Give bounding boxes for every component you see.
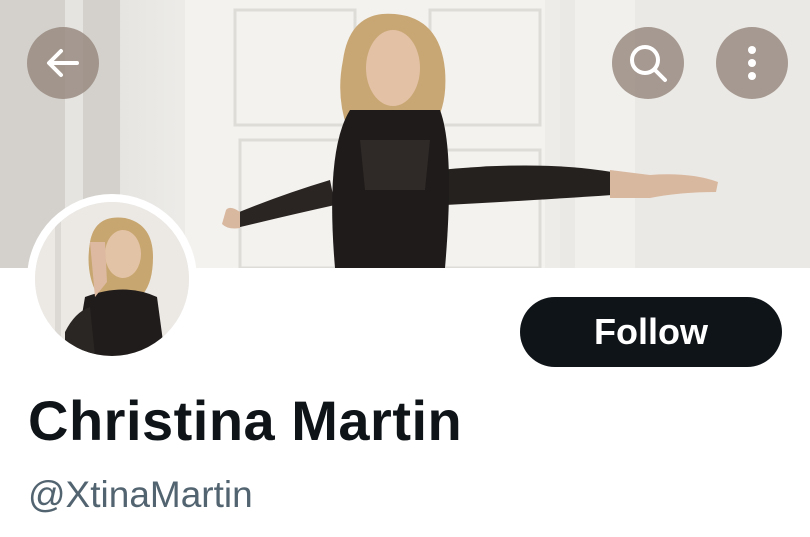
- search-icon: [630, 45, 667, 82]
- profile-handle: @XtinaMartin: [28, 474, 253, 515]
- avatar[interactable]: [27, 194, 197, 364]
- search-button[interactable]: [612, 27, 684, 99]
- arrow-left-icon: [47, 49, 79, 77]
- more-options-button[interactable]: [716, 27, 788, 99]
- back-button[interactable]: [27, 27, 99, 99]
- more-vertical-icon: [748, 46, 756, 80]
- profile-display-name: Christina Martin: [28, 389, 463, 452]
- follow-button[interactable]: Follow: [520, 297, 782, 367]
- avatar-photo: [35, 202, 189, 356]
